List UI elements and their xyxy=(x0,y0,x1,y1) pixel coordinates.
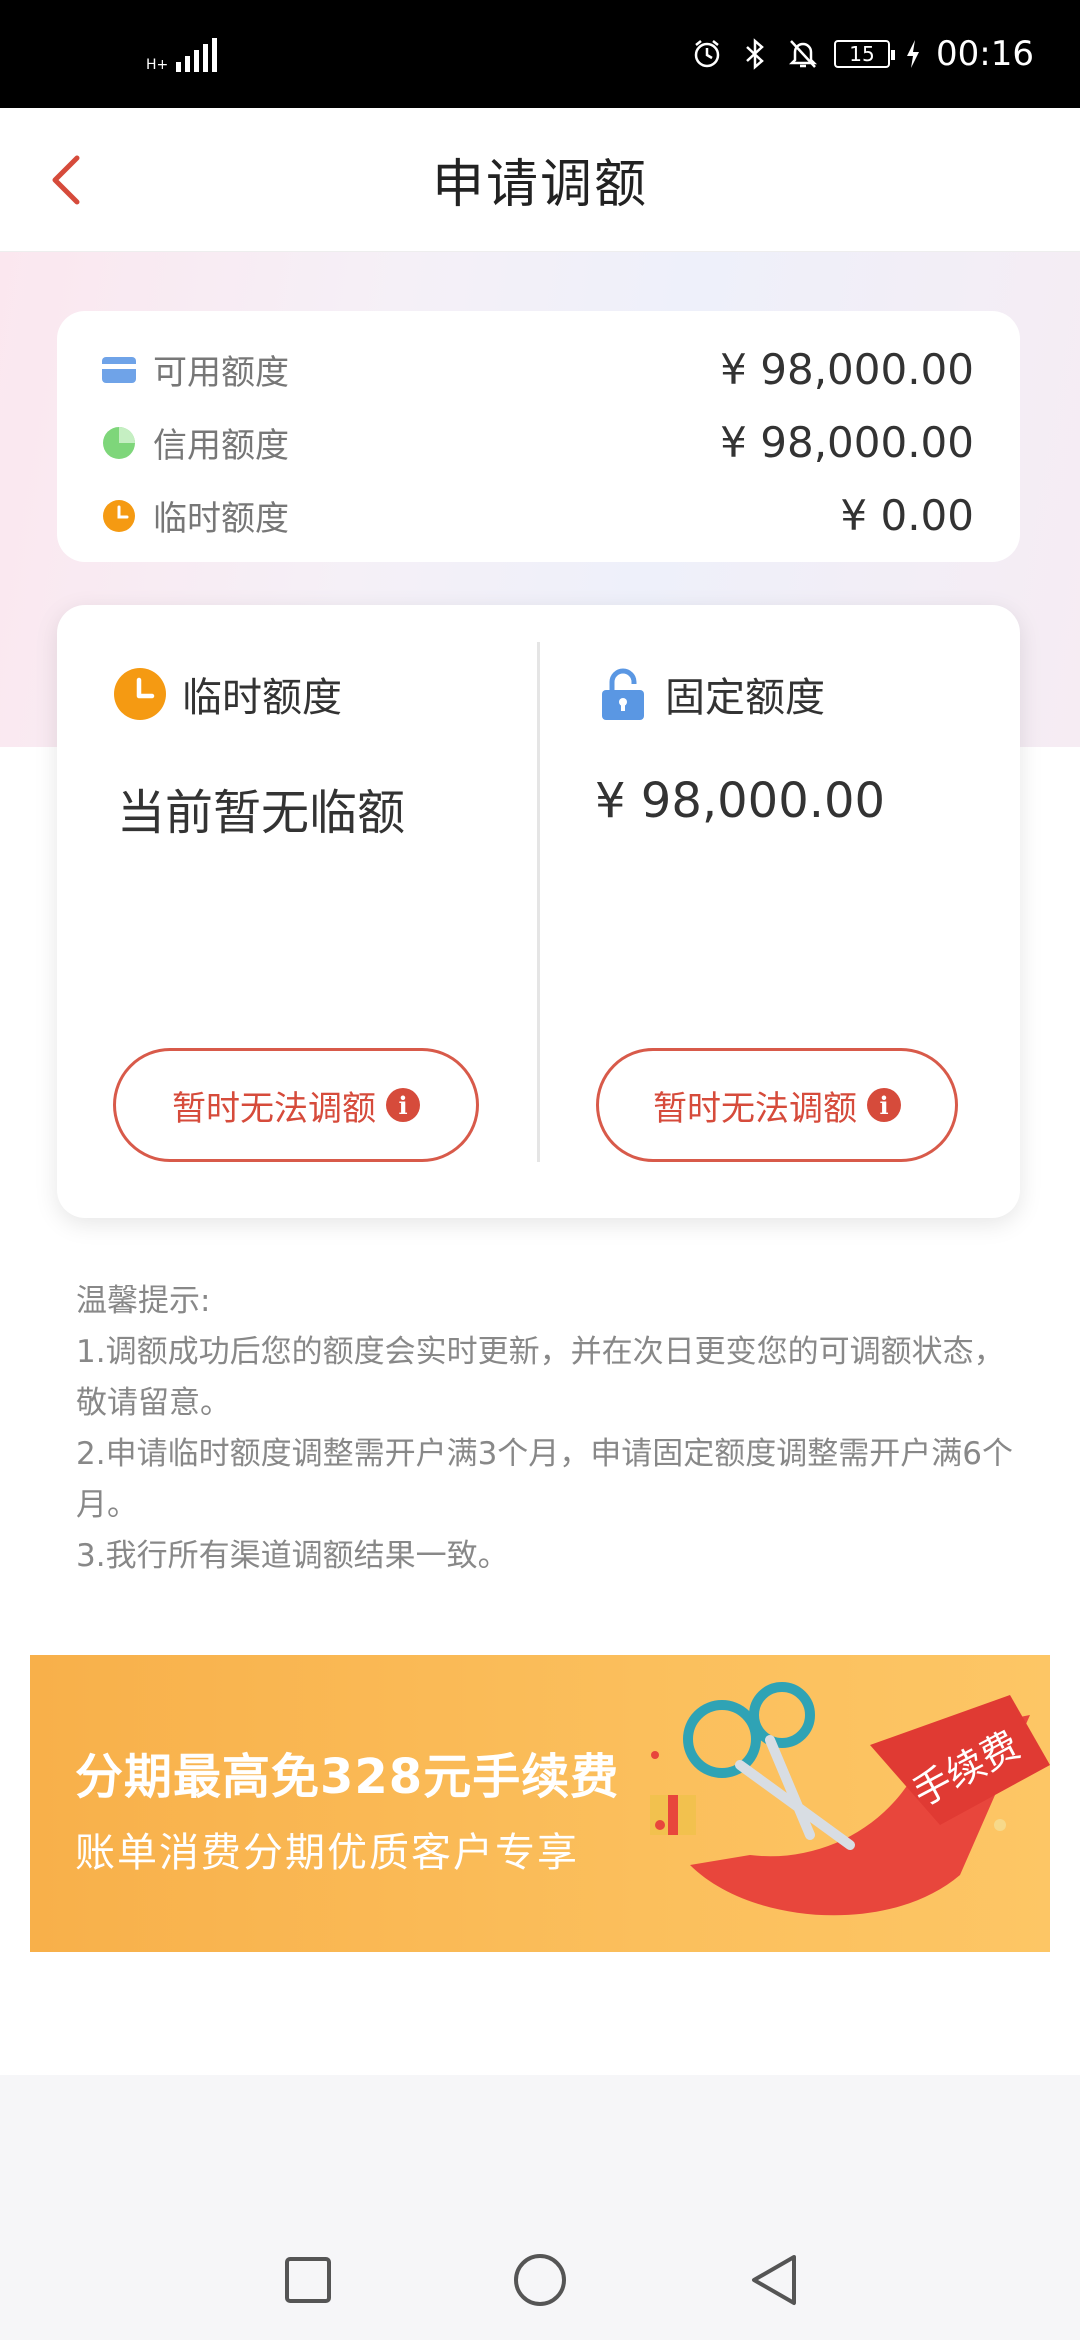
scissors-ribbon-illustration: 手续费 xyxy=(650,1682,1050,1916)
triangle-back-icon xyxy=(752,2255,796,2305)
fixed-quota-label: 固定额度 xyxy=(665,675,825,721)
tips-section: 温馨提示: 1.调额成功后您的额度会实时更新，并在次日更变您的可调额状态，敬请留… xyxy=(76,1276,1016,1582)
chevron-left-icon xyxy=(52,155,80,205)
lock-icon xyxy=(595,666,651,722)
page-title: 申请调额 xyxy=(431,155,648,215)
info-icon: i xyxy=(867,1088,901,1122)
summary-value: ¥ 0.00 xyxy=(840,491,974,540)
back-button[interactable] xyxy=(36,148,96,212)
bluetooth-icon xyxy=(738,37,772,71)
temporary-quota-header: 临时额度 xyxy=(112,665,342,723)
temporary-quota-section: 临时额度 当前暂无临额 暂时无法调额 i xyxy=(57,605,537,1218)
info-icon: i xyxy=(386,1088,420,1122)
summary-value: ¥ 98,000.00 xyxy=(720,418,974,467)
circle-icon xyxy=(514,2254,566,2306)
alarm-icon xyxy=(690,37,724,71)
clock-time: 00:16 xyxy=(936,34,1034,74)
summary-row-available: 可用额度 ¥ 98,000.00 xyxy=(101,333,974,406)
fixed-quota-value: ¥ 98,000.00 xyxy=(595,773,886,829)
quota-summary-card: 可用额度 ¥ 98,000.00 信用额度 ¥ 98,000.00 临时额度 ¥… xyxy=(57,311,1020,562)
signal-icon xyxy=(176,36,218,72)
network-type: H+ xyxy=(146,57,169,73)
tips-title: 温馨提示: xyxy=(76,1283,211,1319)
tip-item: 1.调额成功后您的额度会实时更新，并在次日更变您的可调额状态，敬请留意。 xyxy=(76,1334,1005,1421)
fixed-quota-section: 固定额度 ¥ 98,000.00 暂时无法调额 i xyxy=(540,605,1020,1218)
signal-indicator: H+ xyxy=(146,36,218,73)
recent-apps-button[interactable] xyxy=(278,2250,338,2310)
temporary-quota-label: 临时额度 xyxy=(182,675,342,721)
banner-subtitle: 账单消费分期优质客户专享 xyxy=(75,1830,579,1876)
tip-item: 2.申请临时额度调整需开户满3个月，申请固定额度调整需开户满6个月。 xyxy=(76,1436,1014,1523)
banner-title: 分期最高免328元手续费 xyxy=(75,1749,620,1805)
back-nav-button[interactable] xyxy=(744,2250,804,2310)
summary-value: ¥ 98,000.00 xyxy=(720,345,974,394)
promo-banner[interactable]: 分期最高免328元手续费 账单消费分期优质客户专享 手续费 xyxy=(30,1655,1050,1952)
battery-icon: 15 xyxy=(834,40,896,68)
quota-detail-card: 临时额度 当前暂无临额 暂时无法调额 i 固定额度 ¥ 98,000.00 暂时… xyxy=(57,605,1020,1218)
adjust-button-label: 暂时无法调额 xyxy=(653,1088,857,1129)
mute-bell-icon xyxy=(786,37,820,71)
summary-row-credit: 信用额度 ¥ 98,000.00 xyxy=(101,406,974,479)
summary-label: 临时额度 xyxy=(153,499,289,539)
square-icon xyxy=(285,2257,331,2303)
clock-icon xyxy=(112,666,168,722)
summary-label: 可用额度 xyxy=(153,353,289,393)
pie-icon xyxy=(101,425,137,461)
summary-label: 信用额度 xyxy=(153,426,289,466)
fixed-quota-header: 固定额度 xyxy=(595,665,825,723)
card-icon xyxy=(101,352,137,388)
temporary-adjust-button[interactable]: 暂时无法调额 i xyxy=(113,1048,479,1162)
summary-row-temporary: 临时额度 ¥ 0.00 xyxy=(101,479,974,552)
fixed-adjust-button[interactable]: 暂时无法调额 i xyxy=(596,1048,958,1162)
bottom-spacer xyxy=(0,2075,1080,2215)
home-button[interactable] xyxy=(510,2250,570,2310)
header: 申请调额 xyxy=(0,108,1080,252)
temporary-quota-value: 当前暂无临额 xyxy=(117,785,406,841)
clock-icon xyxy=(101,498,137,534)
adjust-button-label: 暂时无法调额 xyxy=(172,1088,376,1129)
tip-item: 3.我行所有渠道调额结果一致。 xyxy=(76,1538,509,1574)
charging-icon xyxy=(904,37,922,71)
status-bar: H+ 15 00:16 xyxy=(0,0,1080,108)
